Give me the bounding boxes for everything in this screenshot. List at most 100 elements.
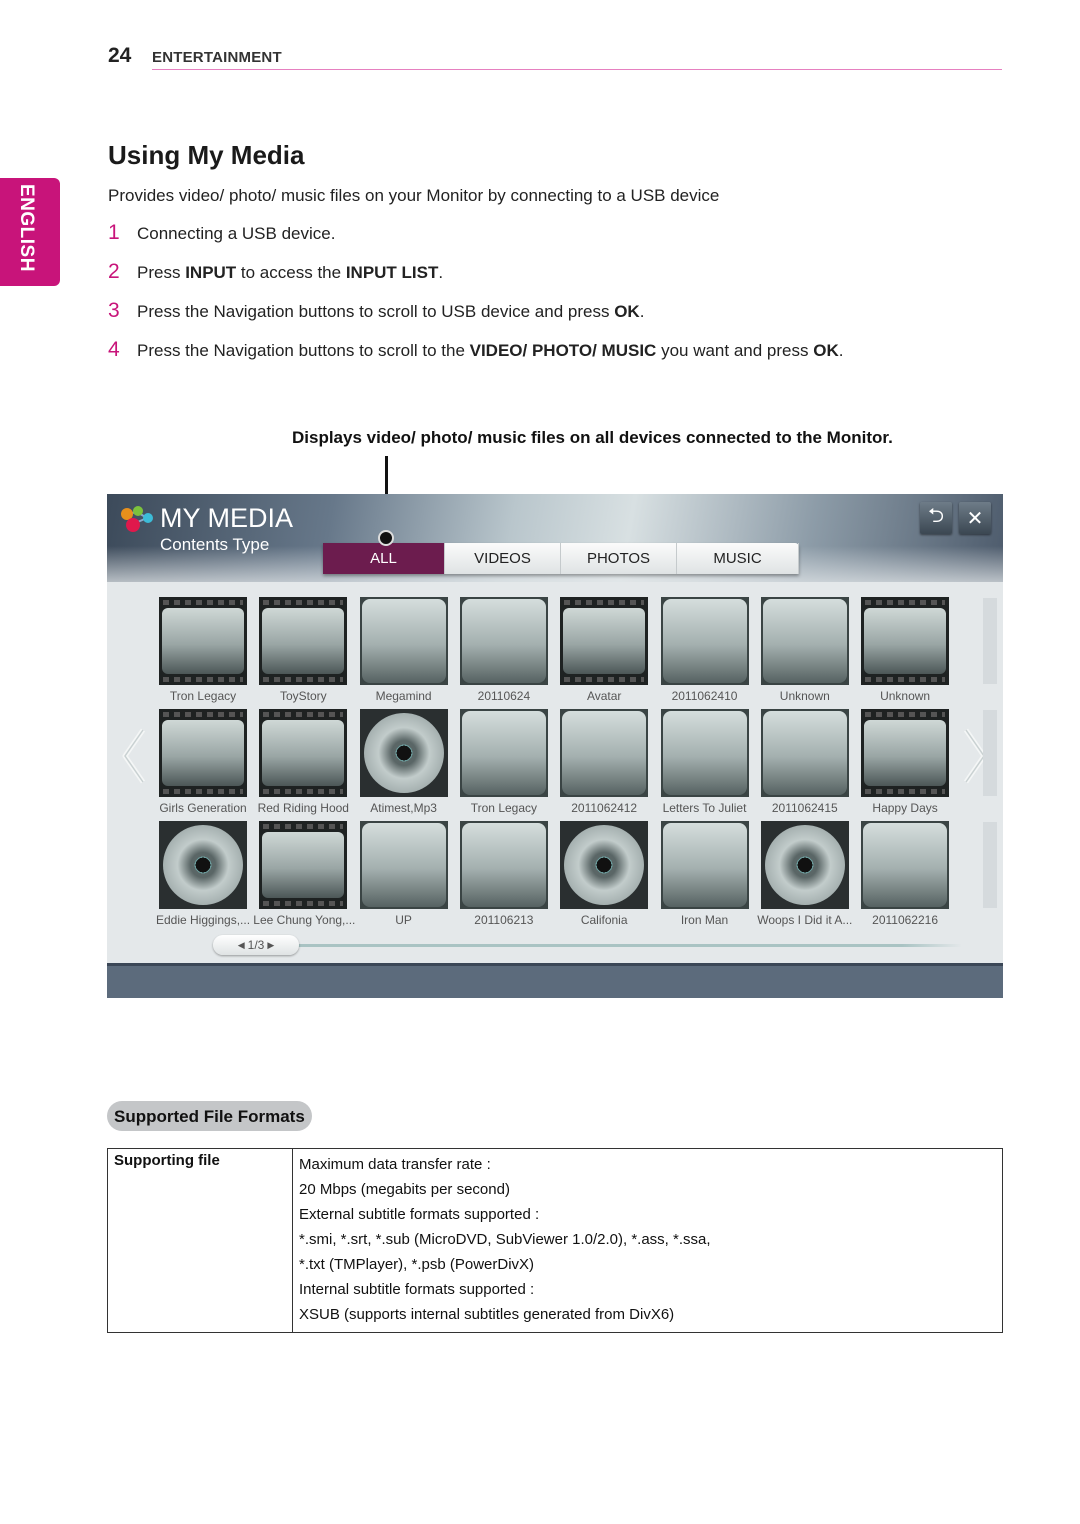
media-item[interactable]: Tron Legacy — [459, 709, 548, 815]
media-item[interactable]: Red Riding Hood — [258, 709, 349, 815]
step-text: Press the Navigation buttons to scroll t… — [137, 341, 470, 360]
photo-thumbnail-icon — [760, 709, 849, 797]
media-item-label: UP — [395, 913, 412, 927]
pager-left-icon[interactable]: ◀ — [238, 940, 245, 951]
media-item[interactable]: Megamind — [359, 597, 448, 703]
formats-table: Supporting file Maximum data transfer ra… — [107, 1148, 1003, 1333]
video-film-icon — [159, 709, 247, 797]
media-item[interactable]: Lee Chung Yong,... — [253, 821, 355, 927]
pager-right-icon[interactable]: ▶ — [267, 940, 274, 951]
media-item-label: Lee Chung Yong,... — [253, 913, 356, 927]
step-text: Press — [137, 263, 186, 282]
step-keyword: OK — [614, 302, 640, 321]
step-item: 3 Press the Navigation buttons to scroll … — [108, 299, 644, 323]
tab-music[interactable]: MUSIC — [677, 543, 799, 574]
media-item[interactable]: Eddie Higgings,... — [156, 821, 250, 927]
media-item[interactable]: 2011062410 — [660, 597, 749, 703]
media-item[interactable]: Iron Man — [660, 821, 749, 927]
tab-all[interactable]: ALL — [323, 543, 445, 574]
step-keyword: INPUT LIST — [345, 263, 439, 282]
media-item-label: 2011062216 — [872, 913, 939, 927]
photo-thumbnail-icon — [459, 709, 548, 797]
media-item-label: Red Riding Hood — [257, 801, 349, 815]
media-item[interactable]: UP — [359, 821, 448, 927]
media-item-label: Happy Days — [872, 801, 938, 815]
video-film-icon — [259, 709, 348, 797]
photo-thumbnail-icon — [861, 821, 950, 909]
format-line: *.txt (TMPlayer), *.psb (PowerDivX) — [299, 1256, 535, 1273]
media-item[interactable]: 2011062216 — [861, 821, 950, 927]
table-cell: Maximum data transfer rate : 20 Mbps (meg… — [292, 1148, 1003, 1333]
back-button[interactable]: ⮌ — [920, 502, 952, 534]
media-item[interactable]: Letters To Juliet — [660, 709, 749, 815]
music-disc-icon — [760, 821, 849, 909]
media-item[interactable]: Woops I Did it A... — [757, 821, 852, 927]
media-item-label: 2011062415 — [771, 801, 838, 815]
photo-thumbnail-icon — [660, 821, 749, 909]
close-icon: ✕ — [966, 507, 984, 530]
bottom-bar — [107, 963, 1003, 998]
format-line: *.smi, *.srt, *.sub (MicroDVD, SubViewer… — [299, 1231, 711, 1248]
media-item-label: ToyStory — [279, 689, 327, 703]
page-count: 1/3 — [247, 938, 265, 952]
music-disc-icon — [359, 709, 448, 797]
media-item[interactable]: 20110624 — [459, 597, 548, 703]
media-item-label: 201106213 — [474, 913, 534, 927]
format-line: External subtitle formats supported : — [299, 1206, 540, 1223]
callout-text: Displays video/ photo/ music files on al… — [292, 428, 893, 447]
step-number: 2 — [108, 260, 120, 283]
video-film-icon — [159, 597, 247, 685]
video-film-icon — [259, 821, 348, 909]
media-item[interactable]: Califonia — [560, 821, 649, 927]
step-text: Press the Navigation buttons to scroll t… — [137, 302, 615, 321]
media-item-label: Avatar — [586, 689, 622, 703]
media-item[interactable]: 2011062415 — [760, 709, 849, 815]
section-heading-supported-formats: Supported File Formats — [107, 1101, 312, 1131]
media-item[interactable]: 2011062412 — [560, 709, 649, 815]
media-item[interactable]: Happy Days — [861, 709, 950, 815]
media-item-label: Megamind — [375, 689, 432, 703]
pager-track[interactable] — [212, 944, 962, 947]
page-title: Using My Media — [108, 140, 305, 170]
video-film-icon — [560, 597, 649, 685]
tab-videos[interactable]: VIDEOS — [445, 543, 561, 574]
music-disc-icon — [560, 821, 649, 909]
media-item-label: Unknown — [779, 689, 830, 703]
media-item[interactable]: ToyStory — [259, 597, 348, 703]
step-keyword: OK — [813, 341, 839, 360]
media-item-label: Woops I Did it A... — [757, 913, 853, 927]
step-text: Connecting a USB device. — [137, 224, 336, 243]
scroll-strip — [983, 598, 997, 684]
media-item-label: Tron Legacy — [470, 801, 538, 815]
step-text: you want and press — [656, 341, 814, 360]
step-item: 2 Press INPUT to access the INPUT LIST. — [108, 260, 443, 284]
previous-page-arrow-icon[interactable] — [119, 726, 147, 786]
media-item-label: 20110624 — [477, 689, 531, 703]
media-item-label: Eddie Higgings,... — [155, 913, 251, 927]
media-item-label: 2011062410 — [671, 689, 738, 703]
table-row: Supporting file Maximum data transfer ra… — [107, 1148, 1003, 1333]
page-indicator[interactable]: ◀ 1/3 ▶ — [213, 935, 299, 955]
media-item[interactable]: Girls Generation — [159, 709, 247, 815]
language-tab-label: ENGLISH — [16, 184, 37, 272]
media-item-label: Unknown — [880, 689, 931, 703]
video-film-icon — [861, 709, 950, 797]
media-item[interactable]: 201106213 — [459, 821, 548, 927]
content-type-tabs: ALL VIDEOS PHOTOS MUSIC — [323, 543, 799, 574]
media-item[interactable]: Avatar — [560, 597, 649, 703]
media-item[interactable]: Atimest,Mp3 — [359, 709, 448, 815]
scroll-strip — [983, 710, 997, 796]
photo-thumbnail-icon — [660, 597, 749, 685]
tab-photos[interactable]: PHOTOS — [561, 543, 678, 574]
step-item: 1 Connecting a USB device. — [108, 221, 335, 245]
close-button[interactable]: ✕ — [959, 502, 991, 534]
media-item[interactable]: Unknown — [861, 597, 950, 703]
intro-text: Provides video/ photo/ music files on yo… — [108, 186, 720, 205]
media-item-label: Califonia — [580, 913, 628, 927]
format-line: Maximum data transfer rate : — [299, 1156, 491, 1173]
step-text: . — [438, 263, 444, 282]
callout-dot — [378, 530, 394, 546]
my-media-screen: MY MEDIA Contents Type ALL VIDEOS PHOTOS MU… — [107, 494, 1003, 998]
media-item[interactable]: Unknown — [760, 597, 849, 703]
media-item[interactable]: Tron Legacy — [159, 597, 247, 703]
